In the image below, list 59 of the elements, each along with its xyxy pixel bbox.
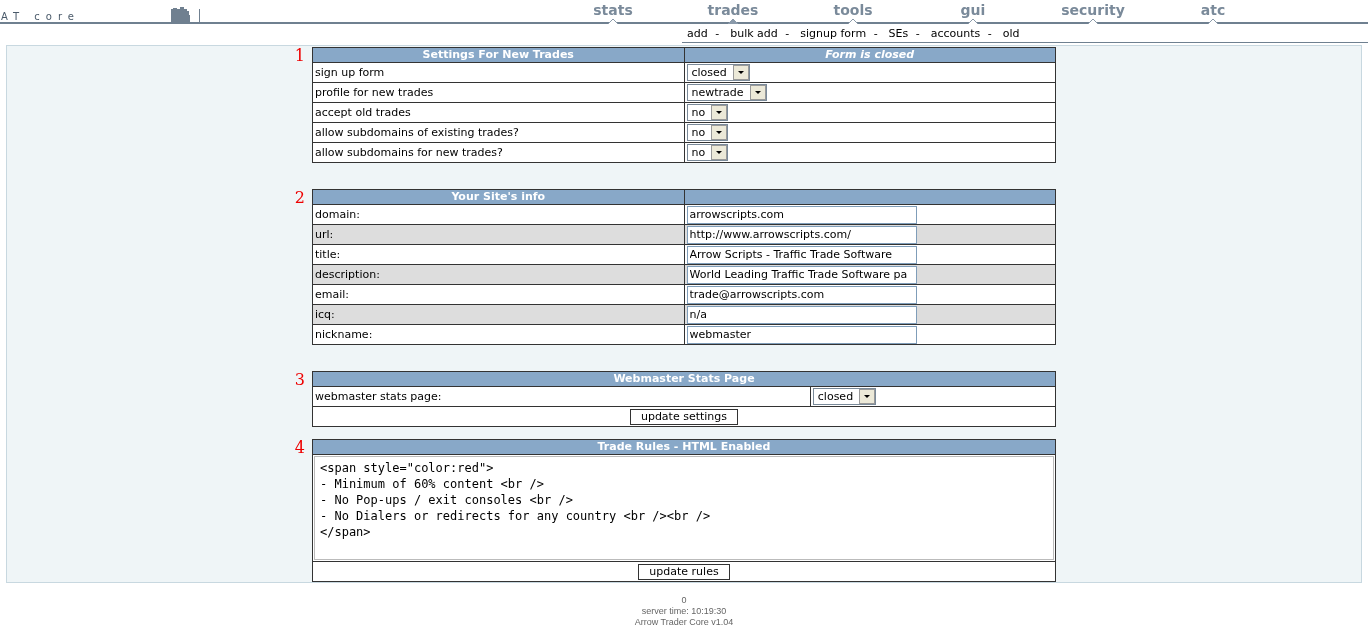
setting-label: sign up form	[312, 62, 684, 83]
field-label: domain:	[312, 204, 684, 225]
field-label: email:	[312, 284, 684, 305]
table-header: Settings For New Trades	[312, 47, 684, 63]
update-rules-button[interactable]: update rules	[638, 563, 730, 580]
input-field[interactable]: webmaster	[686, 325, 917, 344]
separator-dash: -	[784, 27, 791, 40]
select-field[interactable]: closed	[812, 388, 877, 405]
footer-text: server time: 10:19:30	[640, 606, 728, 617]
setting-label: allow subdomains of existing trades?	[312, 122, 684, 143]
separator-dash: -	[714, 27, 721, 40]
select-field[interactable]: no	[686, 144, 729, 161]
subnav-link[interactable]: add	[687, 27, 708, 40]
subnav-link[interactable]: signup form	[800, 27, 867, 40]
setting-label: allow subdomains for new trades?	[312, 142, 684, 163]
section-number: 3	[293, 371, 306, 391]
separator-dash: -	[986, 27, 993, 40]
table-header: Your Site's info	[312, 189, 684, 205]
nav-tab[interactable]: gui	[913, 2, 1033, 22]
input-field[interactable]: n/a	[686, 305, 917, 324]
input-field[interactable]: World Leading Traffic Trade Software pa	[686, 265, 917, 284]
table-header: Trade Rules - HTML Enabled	[312, 439, 1056, 455]
subnav-link[interactable]: old	[1002, 27, 1020, 40]
subnav-link[interactable]: accounts	[930, 27, 981, 40]
section-number: 1	[293, 47, 306, 67]
section-number: 2	[293, 189, 306, 209]
input-field[interactable]: arrowscripts.com	[686, 205, 917, 224]
logo-text: AT core	[0, 11, 81, 22]
footer-text: Arrow Trader Core v1.04	[633, 617, 735, 628]
table-header: Webmaster Stats Page	[312, 371, 1056, 387]
setting-label: accept old trades	[312, 102, 684, 123]
nav-tab[interactable]: trades	[673, 2, 793, 22]
field-label: title:	[312, 244, 684, 265]
update-settings-button[interactable]: update settings	[629, 408, 739, 425]
form-status: Form is closed	[684, 47, 1056, 63]
select-field[interactable]: newtrade	[686, 84, 767, 101]
input-field[interactable]: trade@arrowscripts.com	[686, 285, 917, 304]
select-field[interactable]: no	[686, 104, 729, 121]
section-number: 4	[293, 439, 306, 459]
field-label: nickname:	[312, 324, 684, 345]
field-label: icq:	[312, 304, 684, 325]
nav-tab[interactable]: tools	[793, 2, 913, 22]
input-field[interactable]: http://www.arrowscripts.com/	[686, 225, 917, 244]
nav-tab[interactable]: stats	[553, 2, 673, 22]
nav-tab[interactable]: atc	[1153, 2, 1273, 22]
subnav-link[interactable]: bulk add	[730, 27, 778, 40]
field-label: url:	[312, 224, 684, 245]
footer-text: 0	[680, 595, 688, 606]
setting-label: profile for new trades	[312, 82, 684, 103]
select-field[interactable]: closed	[686, 64, 750, 81]
separator-dash: -	[872, 27, 879, 40]
rules-textarea[interactable]: <span style="color:red"> - Minimum of 60% content <br /> - No Pop-ups / exit consoles <br /> - No Dialers or redirects for any country <br /><br /> </span>	[314, 456, 1054, 560]
setting-label: webmaster stats page:	[312, 386, 811, 407]
select-field[interactable]: no	[686, 124, 729, 141]
subnav-link[interactable]: SEs	[888, 27, 909, 40]
field-label: description:	[312, 264, 684, 285]
separator-dash: -	[914, 27, 921, 40]
nav-tab[interactable]: security	[1033, 2, 1153, 22]
input-field[interactable]: Arrow Scripts - Traffic Trade Software	[686, 245, 917, 264]
